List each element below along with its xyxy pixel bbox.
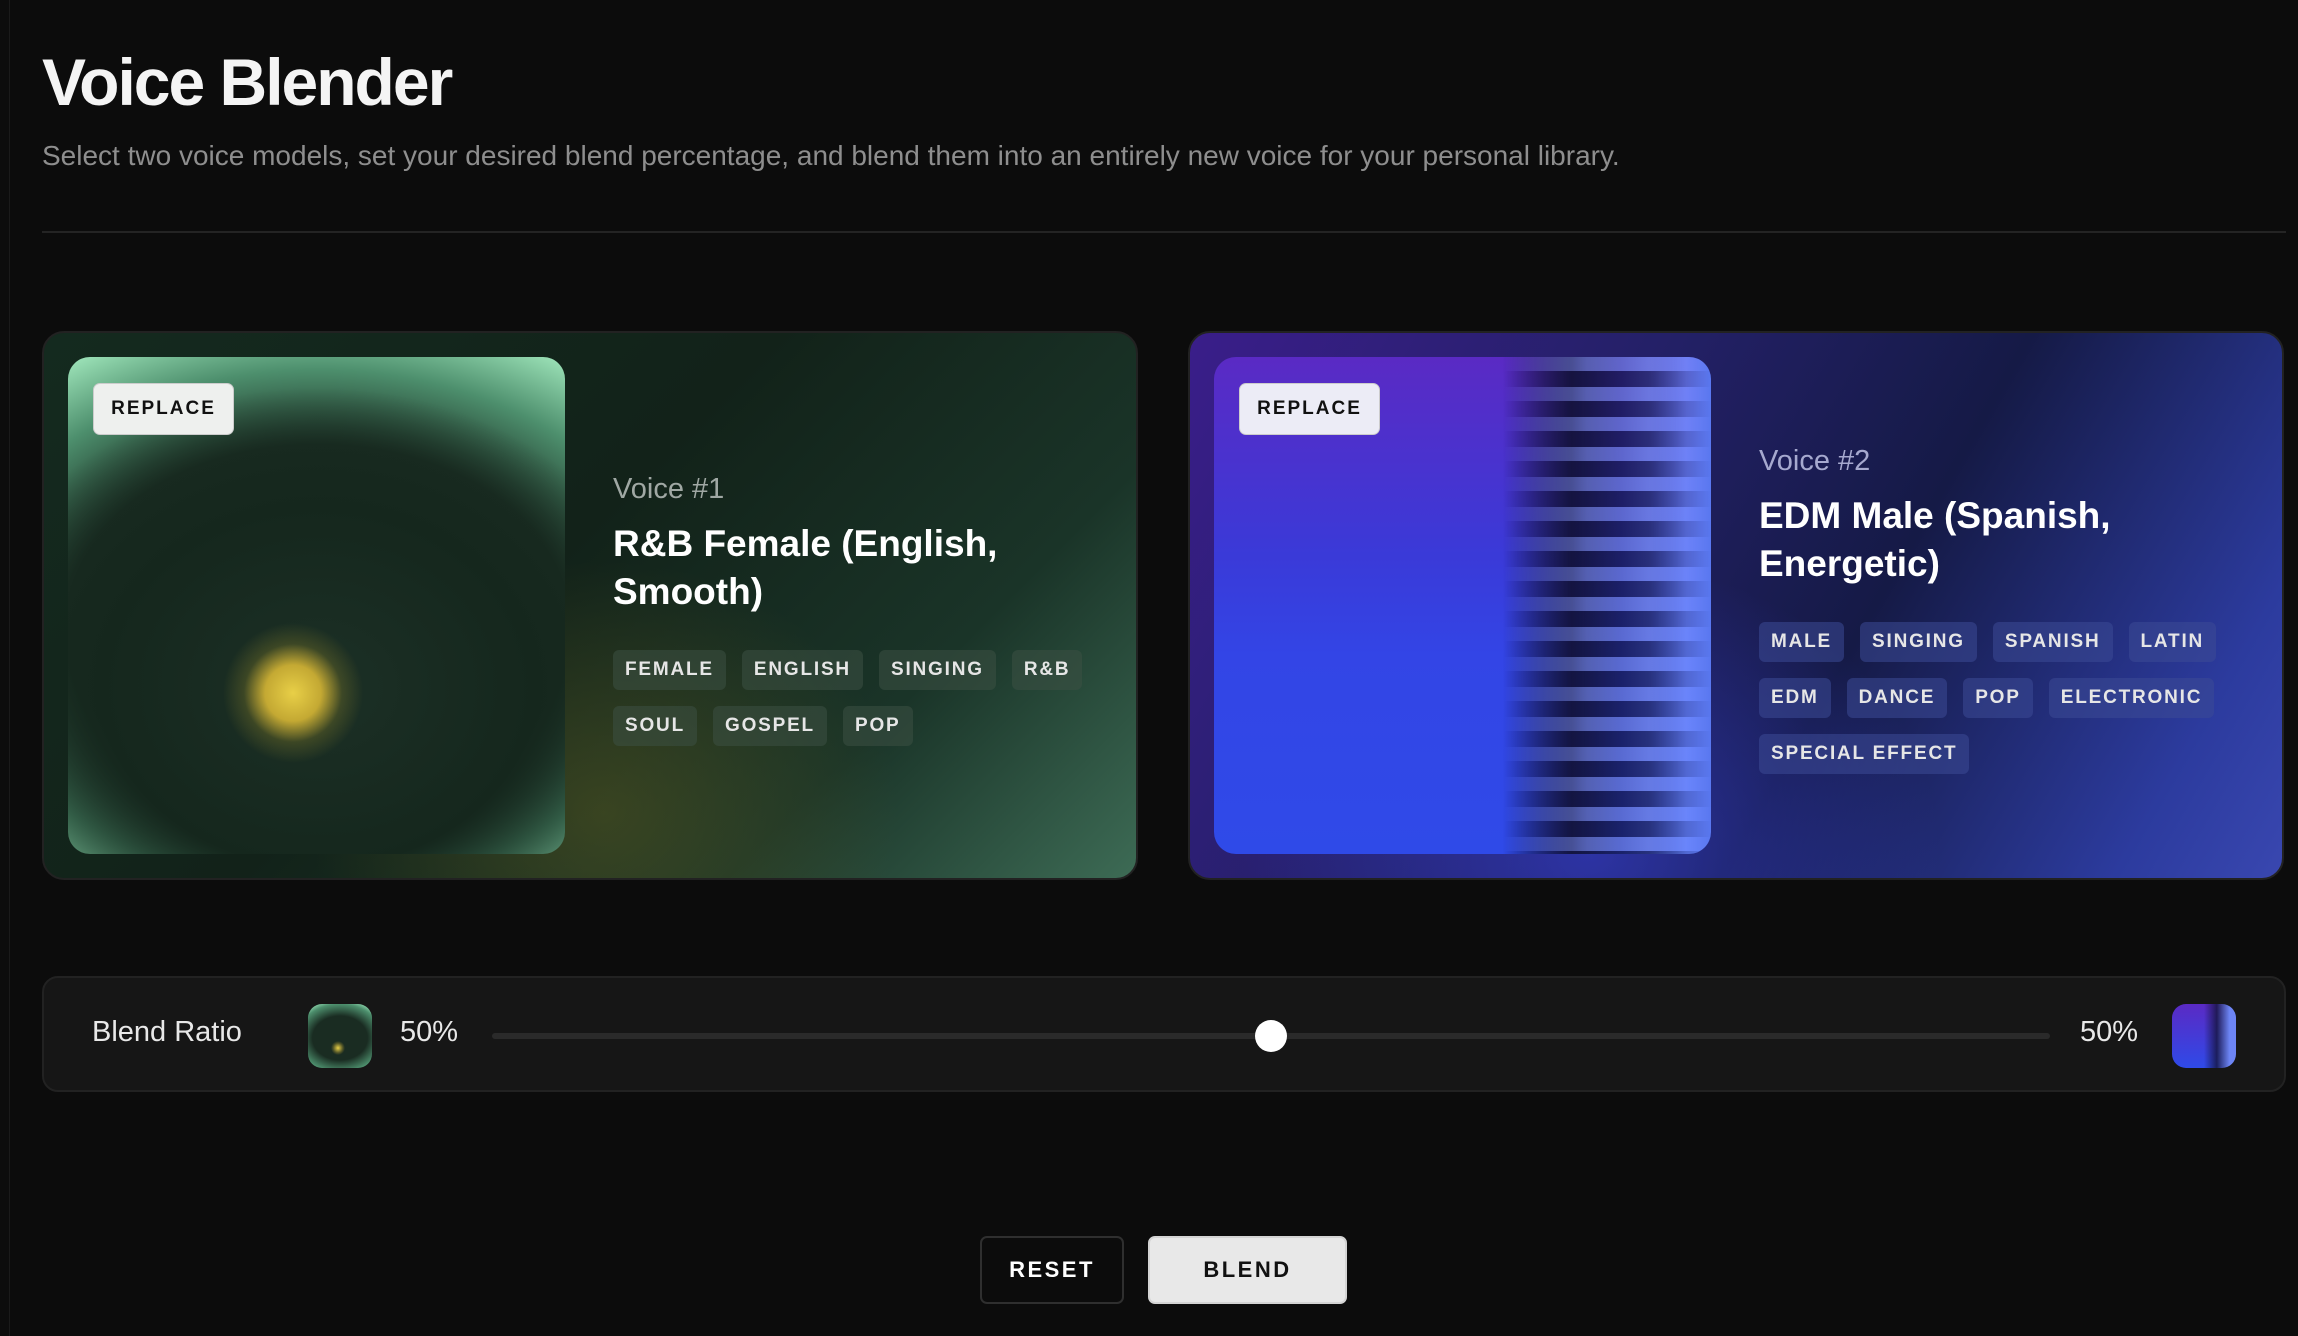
voice-1-percent: 50% — [400, 1016, 459, 1048]
blend-ratio-label: Blend Ratio — [92, 1016, 242, 1048]
tag: EDM — [1759, 678, 1831, 718]
left-rail — [0, 0, 10, 1336]
voice-2-percent: 50% — [2080, 1016, 2139, 1048]
tag: DANCE — [1846, 678, 1948, 718]
voice-1-replace-button[interactable]: REPLACE — [93, 383, 234, 435]
voice-1-artwork: REPLACE — [68, 357, 565, 854]
reset-button[interactable]: RESET — [980, 1236, 1124, 1304]
tag: LATIN — [2128, 622, 2217, 662]
voice-2-info: Voice #2 EDM Male (Spanish, Energetic) M… — [1759, 445, 2259, 774]
tag: ELECTRONIC — [2048, 678, 2215, 718]
tag: GOSPEL — [712, 706, 827, 746]
page-title: Voice Blender — [42, 45, 453, 119]
blend-ratio-slider[interactable] — [492, 1020, 2050, 1052]
tag: MALE — [1759, 622, 1845, 662]
voice-1-tags: FEMALE ENGLISH SINGING R&B SOUL GOSPEL P… — [613, 650, 1113, 746]
tag: SINGING — [1860, 622, 1977, 662]
tag: R&B — [1011, 650, 1083, 690]
tag: SPANISH — [1992, 622, 2113, 662]
voice-blender-page: Voice Blender Select two voice models, s… — [0, 0, 2298, 1336]
voice-2-thumbnail — [2172, 1004, 2236, 1068]
voice-1-thumbnail — [308, 1004, 372, 1068]
voice-2-artwork-stripes — [1504, 357, 1711, 854]
page-subtitle: Select two voice models, set your desire… — [42, 140, 1620, 171]
voice-1-name: R&B Female (English, Smooth) — [613, 523, 998, 612]
tag: POP — [842, 706, 913, 746]
tag: ENGLISH — [741, 650, 863, 690]
voice-2-tags: MALE SINGING SPANISH LATIN EDM DANCE POP… — [1759, 622, 2259, 774]
voice-card-2: REPLACE Voice #2 EDM Male (Spanish, Ener… — [1188, 331, 2284, 880]
voice-2-replace-button[interactable]: REPLACE — [1239, 383, 1380, 435]
blend-button[interactable]: BLEND — [1148, 1236, 1347, 1304]
tag: SOUL — [613, 706, 697, 746]
voice-card-1: REPLACE Voice #1 R&B Female (English, Sm… — [42, 331, 1138, 880]
voice-1-label: Voice #1 — [613, 473, 725, 505]
tag: FEMALE — [613, 650, 726, 690]
tag: POP — [1963, 678, 2033, 718]
voice-2-name: EDM Male (Spanish, Energetic) — [1759, 495, 2111, 584]
blend-ratio-slider-thumb[interactable] — [1255, 1020, 1287, 1052]
voice-2-label: Voice #2 — [1759, 445, 1871, 477]
tag: SINGING — [878, 650, 996, 690]
blend-ratio-panel: Blend Ratio 50% 50% — [42, 976, 2286, 1092]
header-divider — [42, 231, 2286, 233]
tag: SPECIAL EFFECT — [1759, 734, 1970, 774]
voice-2-artwork: REPLACE — [1214, 357, 1711, 854]
voice-1-info: Voice #1 R&B Female (English, Smooth) FE… — [613, 473, 1113, 746]
